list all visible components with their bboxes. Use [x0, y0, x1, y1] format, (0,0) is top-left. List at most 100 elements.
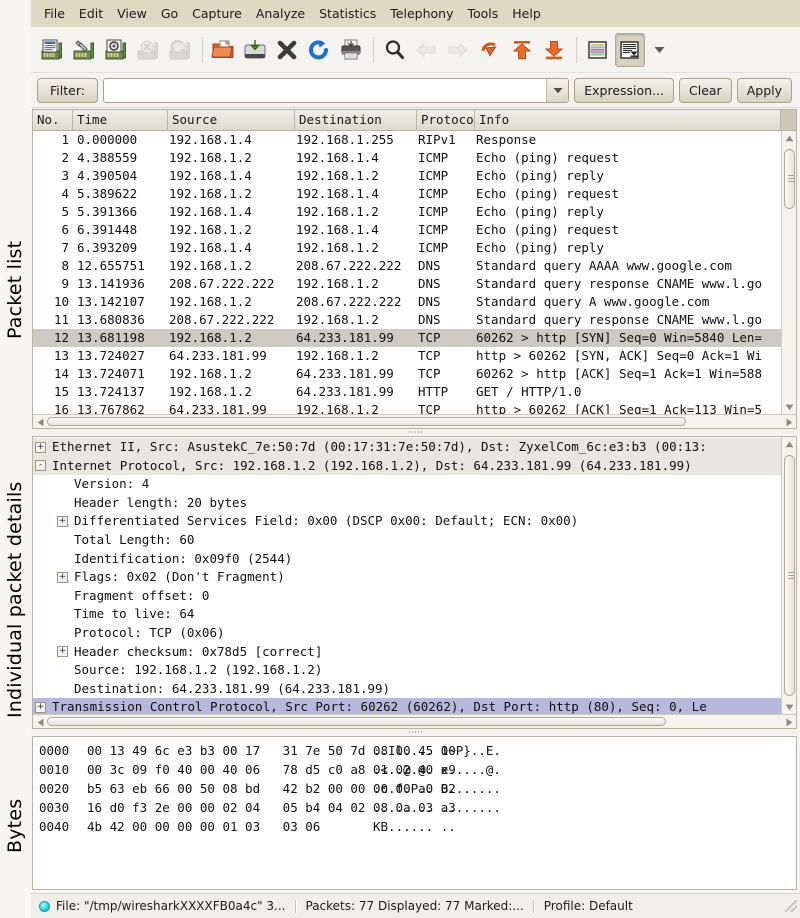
menu-view[interactable]: View: [110, 3, 154, 24]
filter-clear-button[interactable]: Clear: [679, 77, 732, 103]
table-row[interactable]: 5 5.391366 192.168.1.4 192.168.1.2 ICMP Echo …: [33, 203, 781, 221]
table-row[interactable]: 9 13.141936 208.67.222.222 192.168.1.2 DNS St…: [33, 275, 781, 293]
table-row[interactable]: 12 13.681198 192.168.1.2 64.233.181.99 TCP 60…: [33, 329, 781, 347]
detail-tree-row[interactable]: + Ethernet II, Src: AsustekC_7e:50:7d (00…: [33, 438, 781, 457]
go-to-packet-icon[interactable]: [476, 33, 506, 67]
hexdump-row[interactable]: 0040 4b 42 00 00 00 00 01 03 03 06 KB.....…: [39, 817, 796, 836]
table-row[interactable]: 10 13.142107 192.168.1.2 208.67.222.222 DNS S…: [33, 293, 781, 311]
expand-plus-icon[interactable]: +: [57, 646, 68, 658]
table-row[interactable]: 4 5.389622 192.168.1.2 192.168.1.4 ICMP Echo …: [33, 185, 781, 203]
expand-plus-icon[interactable]: +: [57, 571, 68, 583]
detail-tree-row[interactable]: + Flags: 0x02 (Don't Fragment): [33, 568, 781, 587]
status-profile-text[interactable]: Profile: Default: [544, 899, 633, 913]
filter-expression-button[interactable]: Expression...: [574, 77, 674, 103]
detail-scroll-down-arrow-icon[interactable]: [785, 700, 794, 714]
toolbar-overflow-chevron-down-icon[interactable]: [648, 33, 670, 67]
filter-input-container[interactable]: [102, 77, 570, 103]
save-file-icon[interactable]: [241, 33, 271, 67]
detail-tree-row[interactable]: Version: 4: [33, 475, 781, 494]
column-header-source[interactable]: Source: [168, 110, 295, 130]
filter-apply-button[interactable]: Apply: [736, 77, 792, 103]
menu-analyze[interactable]: Analyze: [249, 3, 312, 24]
filter-history-chevron-down-icon[interactable]: [546, 78, 569, 102]
column-header-protocol[interactable]: Protocol: [417, 110, 475, 130]
packet-details-scroll-thumb[interactable]: [784, 455, 795, 696]
expand-plus-icon[interactable]: +: [35, 441, 46, 453]
detail-tree-row[interactable]: Destination: 64.233.181.99 (64.233.181.9…: [33, 680, 781, 699]
menu-edit[interactable]: Edit: [72, 3, 110, 24]
table-row[interactable]: 2 4.388559 192.168.1.2 192.168.1.4 ICMP Echo …: [33, 149, 781, 167]
detail-tree-row[interactable]: + Transmission Control Protocol, Src Port…: [33, 698, 781, 714]
table-row[interactable]: 1 0.000000 192.168.1.4 192.168.1.255 RIPv1 Re…: [33, 131, 781, 149]
column-header-no[interactable]: No.: [33, 110, 73, 130]
pane-splitter-lower[interactable]: [31, 729, 800, 734]
list-interfaces-icon[interactable]: [38, 33, 68, 67]
scroll-right-arrow-icon[interactable]: [783, 416, 795, 428]
column-header-time[interactable]: Time: [73, 110, 168, 130]
resize-grip-icon[interactable]: [785, 900, 797, 912]
packet-details-horizontal-scrollbar[interactable]: [33, 714, 796, 728]
expand-plus-icon[interactable]: +: [57, 516, 68, 528]
start-capture-icon[interactable]: [102, 33, 132, 67]
table-row[interactable]: 8 12.655751 192.168.1.2 208.67.222.222 DNS St…: [33, 257, 781, 275]
go-to-last-packet-icon[interactable]: [540, 33, 570, 67]
menu-tools[interactable]: Tools: [460, 3, 505, 24]
detail-tree-row[interactable]: + Header checksum: 0x78d5 [correct]: [33, 643, 781, 662]
scroll-down-arrow-icon[interactable]: [785, 400, 794, 414]
go-to-first-packet-icon[interactable]: [508, 33, 538, 67]
detail-tree-row[interactable]: - Internet Protocol, Src: 192.168.1.2 (19…: [33, 456, 781, 476]
menu-capture[interactable]: Capture: [185, 3, 249, 24]
colorize-icon[interactable]: [583, 33, 613, 67]
menu-telephony[interactable]: Telephony: [383, 3, 460, 24]
hexdump-row[interactable]: 0000 00 13 49 6c e3 b3 00 17 31 7e 50 7d …: [39, 741, 796, 760]
hexdump-row[interactable]: 0030 16 d0 f3 2e 00 00 02 04 05 b4 04 02 …: [39, 798, 796, 817]
packet-list-hscroll-thumb[interactable]: [47, 417, 686, 426]
column-header-info[interactable]: Info: [475, 110, 781, 130]
packet-details-vertical-scrollbar[interactable]: [781, 437, 796, 714]
print-icon[interactable]: [337, 33, 367, 67]
scroll-left-arrow-icon[interactable]: [34, 416, 46, 428]
packet-list-scroll-thumb[interactable]: [784, 149, 795, 209]
open-file-icon[interactable]: [209, 33, 239, 67]
detail-tree-row[interactable]: Source: 192.168.1.2 (192.168.1.2): [33, 661, 781, 680]
scroll-up-arrow-icon[interactable]: [785, 131, 794, 145]
capture-status-led-icon[interactable]: [39, 900, 50, 912]
detail-tree-row[interactable]: Time to live: 64: [33, 605, 781, 624]
packet-list-horizontal-scrollbar[interactable]: [33, 414, 796, 428]
auto-scroll-icon[interactable]: [615, 32, 645, 67]
detail-scroll-up-arrow-icon[interactable]: [785, 437, 794, 451]
table-row[interactable]: 11 13.680836 208.67.222.222 192.168.1.2 DNS S…: [33, 311, 781, 329]
table-row[interactable]: 13 13.724027 64.233.181.99 192.168.1.2 TCP ht…: [33, 347, 781, 365]
detail-tree-row[interactable]: Header length: 20 bytes: [33, 494, 781, 513]
packet-list-vertical-scrollbar[interactable]: [781, 131, 796, 414]
detail-tree-row[interactable]: Protocol: TCP (0x06): [33, 624, 781, 643]
menu-go[interactable]: Go: [154, 3, 185, 24]
reload-icon[interactable]: [305, 33, 335, 67]
close-file-icon[interactable]: [273, 33, 303, 67]
packet-bytes-hexdump[interactable]: 0000 00 13 49 6c e3 b3 00 17 31 7e 50 7d …: [33, 737, 796, 889]
hexdump-row[interactable]: 0020 b5 63 eb 66 00 50 08 bd 42 b2 00 00 …: [39, 779, 796, 798]
expand-plus-icon[interactable]: +: [35, 702, 46, 714]
table-row[interactable]: 14 13.724071 192.168.1.2 64.233.181.99 TCP 60…: [33, 365, 781, 383]
menu-statistics[interactable]: Statistics: [312, 3, 383, 24]
packet-details-hscroll-thumb[interactable]: [47, 717, 666, 726]
table-row[interactable]: 6 6.391448 192.168.1.2 192.168.1.4 ICMP Echo …: [33, 221, 781, 239]
collapse-minus-icon[interactable]: -: [35, 460, 46, 472]
detail-tree-row[interactable]: Total Length: 60: [33, 531, 781, 550]
menu-file[interactable]: File: [37, 3, 72, 24]
table-row[interactable]: 3 4.390504 192.168.1.4 192.168.1.2 ICMP Echo …: [33, 167, 781, 185]
detail-scroll-left-arrow-icon[interactable]: [34, 716, 46, 728]
detail-tree-row[interactable]: Identification: 0x09f0 (2544): [33, 550, 781, 569]
detail-tree-row[interactable]: Fragment offset: 0: [33, 587, 781, 606]
column-header-destination[interactable]: Destination: [295, 110, 417, 130]
menu-help[interactable]: Help: [505, 3, 548, 24]
table-row[interactable]: 16 13.767862 64.233.181.99 192.168.1.2 TCP ht…: [33, 401, 781, 414]
find-packet-icon[interactable]: [380, 33, 410, 67]
table-row[interactable]: 7 6.393209 192.168.1.4 192.168.1.2 ICMP Echo …: [33, 239, 781, 257]
pane-splitter-upper[interactable]: [31, 429, 800, 434]
filter-input[interactable]: [103, 78, 547, 102]
capture-options-icon[interactable]: [70, 33, 100, 67]
detail-tree-row[interactable]: + Differentiated Services Field: 0x00 (DS…: [33, 512, 781, 531]
filter-bookmark-button[interactable]: Filter:: [37, 77, 98, 103]
hexdump-row[interactable]: 0010 00 3c 09 f0 40 00 40 06 78 d5 c0 a8 …: [39, 760, 796, 779]
